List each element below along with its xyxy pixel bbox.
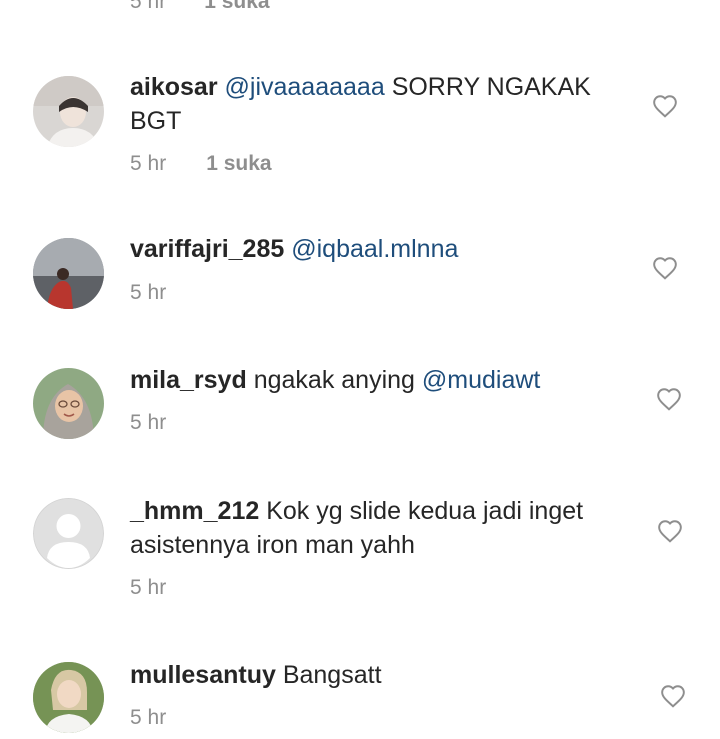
comment-username[interactable]: mullesantuy <box>130 661 276 689</box>
heart-outline-icon[interactable] <box>652 256 678 280</box>
comment-time: 5 hr <box>130 152 167 175</box>
comment-text: _hmm_212 Kok yg slide kedua jadi inget a… <box>130 494 600 562</box>
avatar[interactable] <box>33 76 104 147</box>
avatar[interactable] <box>33 368 104 439</box>
comment-username[interactable]: variffajri_285 <box>130 235 284 263</box>
comment-body: Bangsatt <box>282 661 382 689</box>
comment-time: 5 hr <box>130 706 167 729</box>
comment-text: mullesantuy Bangsatt <box>130 658 630 692</box>
comment-mention[interactable]: @mudiawt <box>422 366 540 394</box>
heart-outline-icon[interactable] <box>657 519 683 543</box>
comment-text: mila_rsyd ngakak anying @mudiawt <box>130 363 630 397</box>
comment-time: 5 hr <box>130 281 167 304</box>
comment-like-count[interactable]: 1 suka <box>206 152 271 176</box>
comment-username[interactable]: aikosar <box>130 73 218 101</box>
comment-meta: 5 hr <box>130 281 166 305</box>
comment-body: ngakak anying <box>253 366 415 394</box>
comment-meta: 5 hr <box>130 706 166 730</box>
heart-outline-icon[interactable] <box>660 684 686 708</box>
comment-username[interactable]: mila_rsyd <box>130 366 247 394</box>
comment-meta: 5 hr 1 suka <box>130 152 272 176</box>
previous-comment-meta: 5 hr 1 suka <box>130 0 270 14</box>
comment-meta: 5 hr <box>130 576 166 600</box>
avatar[interactable] <box>33 662 104 733</box>
comment-text: aikosar @jivaaaaaaaa SORRY NGAKAK BGT <box>130 70 630 138</box>
comment-time: 5 hr <box>130 411 167 434</box>
avatar[interactable] <box>33 238 104 309</box>
comment-time: 5 hr <box>130 0 167 13</box>
heart-outline-icon[interactable] <box>656 387 682 411</box>
comment-mention[interactable]: @jivaaaaaaaa <box>225 73 385 101</box>
comment-username[interactable]: _hmm_212 <box>130 497 259 525</box>
comment-mention[interactable]: @iqbaal.mlnna <box>291 235 458 263</box>
comment-time: 5 hr <box>130 576 167 599</box>
comment-like-count[interactable]: 1 suka <box>204 0 269 14</box>
comment-text: variffajri_285 @iqbaal.mlnna <box>130 232 630 266</box>
avatar[interactable] <box>33 498 104 569</box>
heart-outline-icon[interactable] <box>652 94 678 118</box>
comment-meta: 5 hr <box>130 411 166 435</box>
